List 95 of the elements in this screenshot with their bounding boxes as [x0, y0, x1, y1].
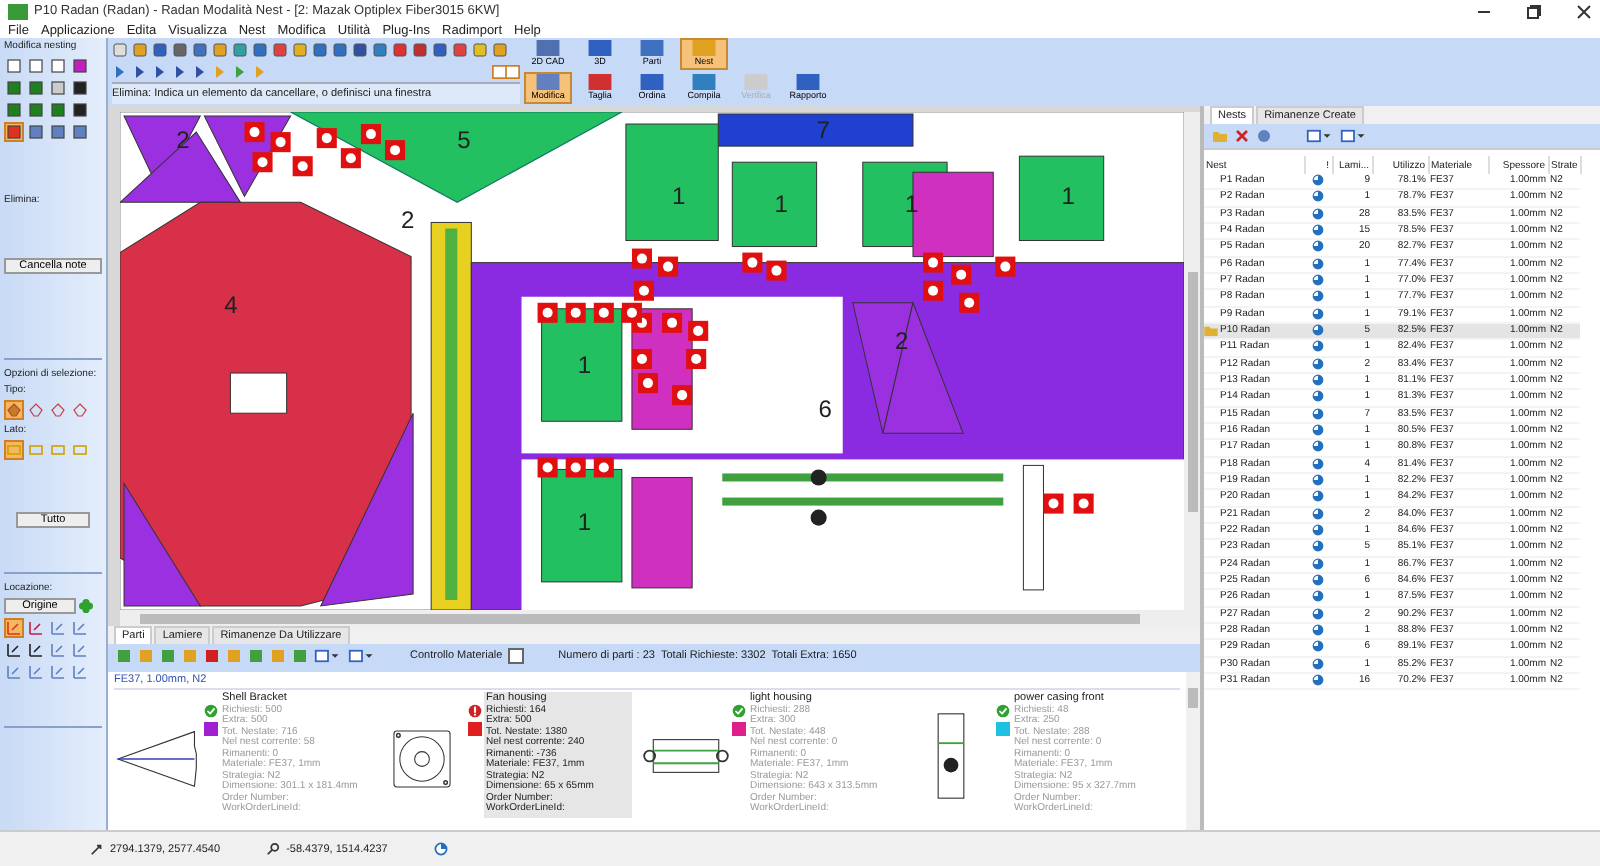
material-checkbox[interactable]	[508, 648, 525, 664]
tool-button[interactable]	[4, 640, 24, 660]
nest-mode-icon	[640, 74, 664, 90]
tool-button[interactable]	[26, 78, 46, 98]
part-number: 1	[1061, 182, 1075, 211]
nest-mode-icon	[796, 74, 820, 90]
progress-icon	[1312, 623, 1324, 636]
part-number: 6	[818, 395, 833, 424]
globe-icon[interactable]	[1256, 128, 1272, 144]
mode-icon	[692, 40, 716, 56]
horizontal-scrollbar[interactable]	[120, 610, 1200, 626]
progress-icon	[1312, 423, 1324, 436]
progress-icon	[1312, 557, 1324, 570]
part-number: 2	[401, 206, 415, 235]
mode-icon	[588, 40, 612, 56]
view-icon[interactable]	[1306, 128, 1334, 144]
tool-icon	[6, 642, 22, 658]
progress-icon	[1312, 573, 1324, 586]
part-thumbnail	[936, 712, 966, 800]
clover-icon	[78, 598, 94, 614]
tool-button[interactable]	[70, 122, 90, 142]
progress-icon	[1312, 640, 1324, 653]
progress-icon	[1312, 490, 1324, 503]
progress-icon	[1312, 440, 1324, 453]
tool-icon	[72, 642, 88, 658]
part-number: 7	[816, 116, 830, 145]
app-icon	[8, 3, 28, 19]
tool-icon	[28, 642, 44, 658]
part-number: 1	[577, 507, 592, 536]
tool-icon	[50, 620, 66, 636]
tool-button[interactable]	[48, 100, 68, 120]
tool-button[interactable]	[26, 100, 46, 120]
progress-icon	[1312, 190, 1324, 203]
mode-icon	[640, 40, 664, 56]
part-number: 1	[774, 190, 788, 219]
progress-icon	[1312, 273, 1324, 286]
progress-icon	[1312, 657, 1324, 670]
tool-icon	[6, 664, 22, 680]
part-number: 4	[224, 290, 238, 319]
part-thumbnail	[642, 736, 730, 776]
view-icon[interactable]	[348, 648, 376, 664]
progress-icon	[1312, 457, 1324, 470]
cursor-icon	[90, 842, 104, 856]
mode-icon	[536, 40, 560, 56]
progress-icon	[1312, 590, 1324, 603]
part-thumbnail	[114, 728, 202, 790]
tool-icon	[72, 664, 88, 680]
nest-mode-icon	[744, 74, 768, 90]
progress-icon	[1312, 240, 1324, 253]
progress-icon	[1312, 357, 1324, 370]
nest-mode-icon	[536, 74, 560, 90]
progress-icon	[1312, 673, 1324, 686]
folder-icon	[1204, 325, 1218, 336]
tool-button[interactable]	[4, 78, 24, 98]
progress-icon	[1312, 523, 1324, 536]
tool-icon	[50, 664, 66, 680]
layout-icon[interactable]	[492, 63, 520, 79]
tool-icon	[72, 620, 88, 636]
progress-icon	[1312, 407, 1324, 420]
progress-icon	[1312, 390, 1324, 403]
progress-icon	[433, 842, 448, 856]
tool-button[interactable]	[70, 56, 90, 76]
progress-icon	[1312, 507, 1324, 520]
tool-button[interactable]	[70, 100, 90, 120]
progress-icon	[1312, 607, 1324, 620]
progress-icon	[1312, 257, 1324, 270]
progress-icon	[1312, 323, 1324, 336]
close-icon[interactable]	[1576, 3, 1592, 19]
tool-button[interactable]	[4, 100, 24, 120]
nest-mode-icon	[588, 74, 612, 90]
part-number: 1	[672, 182, 686, 211]
view-icon[interactable]	[1340, 128, 1368, 144]
vertical-scrollbar[interactable]	[1186, 672, 1200, 830]
progress-icon	[1312, 223, 1324, 236]
progress-icon	[1312, 207, 1324, 220]
progress-icon	[1312, 290, 1324, 303]
progress-icon	[1312, 473, 1324, 486]
progress-icon	[1312, 540, 1324, 553]
progress-icon	[1312, 307, 1324, 320]
vertical-scrollbar[interactable]	[1184, 112, 1200, 610]
part-number: 5	[457, 126, 471, 155]
tool-icon	[50, 642, 66, 658]
nest-mode-icon	[692, 74, 716, 90]
progress-icon	[1312, 373, 1324, 386]
tool-icon	[28, 620, 44, 636]
progress-icon	[1312, 174, 1324, 186]
tool-icon	[6, 620, 22, 636]
part-number: 1	[577, 351, 592, 380]
tool-button[interactable]	[26, 640, 46, 660]
offset-icon	[266, 842, 281, 856]
restore-icon[interactable]	[1526, 3, 1542, 19]
delete-icon[interactable]	[1234, 128, 1250, 144]
tool-button[interactable]	[70, 78, 90, 98]
tool-icon	[28, 664, 44, 680]
view-icon[interactable]	[314, 648, 342, 664]
